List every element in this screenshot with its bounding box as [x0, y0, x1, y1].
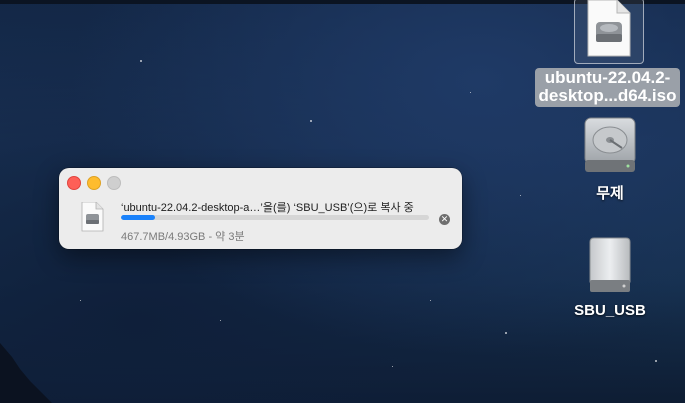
copy-progress-window: ‘ubuntu-22.04.2-desktop-a…’을(를) ‘SBU_USB…	[59, 168, 462, 249]
desktop-item-iso-label[interactable]: ubuntu-22.04.2- desktop...d64.iso	[535, 68, 680, 107]
window-close-button[interactable]	[67, 176, 81, 190]
cancel-copy-button[interactable]: ✕	[439, 214, 450, 225]
internal-drive-icon	[584, 117, 636, 172]
wallpaper-mountain	[0, 343, 52, 403]
disk-image-icon	[587, 0, 631, 57]
copy-progress-fill	[121, 215, 155, 220]
desktop-item-untitled[interactable]: 무제	[577, 116, 643, 203]
copy-progress-bar	[121, 215, 429, 220]
copy-status: 467.7MB/4.93GB - 약 3분	[121, 231, 245, 243]
desktop-item-usb[interactable]: SBU_USB	[565, 236, 655, 319]
window-zoom-button	[107, 176, 121, 190]
external-drive-icon	[589, 237, 631, 292]
copy-title: ‘ubuntu-22.04.2-desktop-a…’을(를) ‘SBU_USB…	[121, 202, 414, 214]
desktop-item-iso[interactable]	[584, 0, 632, 58]
window-minimize-button[interactable]	[87, 176, 101, 190]
desktop-item-untitled-label: 무제	[596, 185, 624, 202]
disk-image-icon	[81, 202, 104, 232]
desktop-item-usb-label: SBU_USB	[574, 302, 646, 319]
